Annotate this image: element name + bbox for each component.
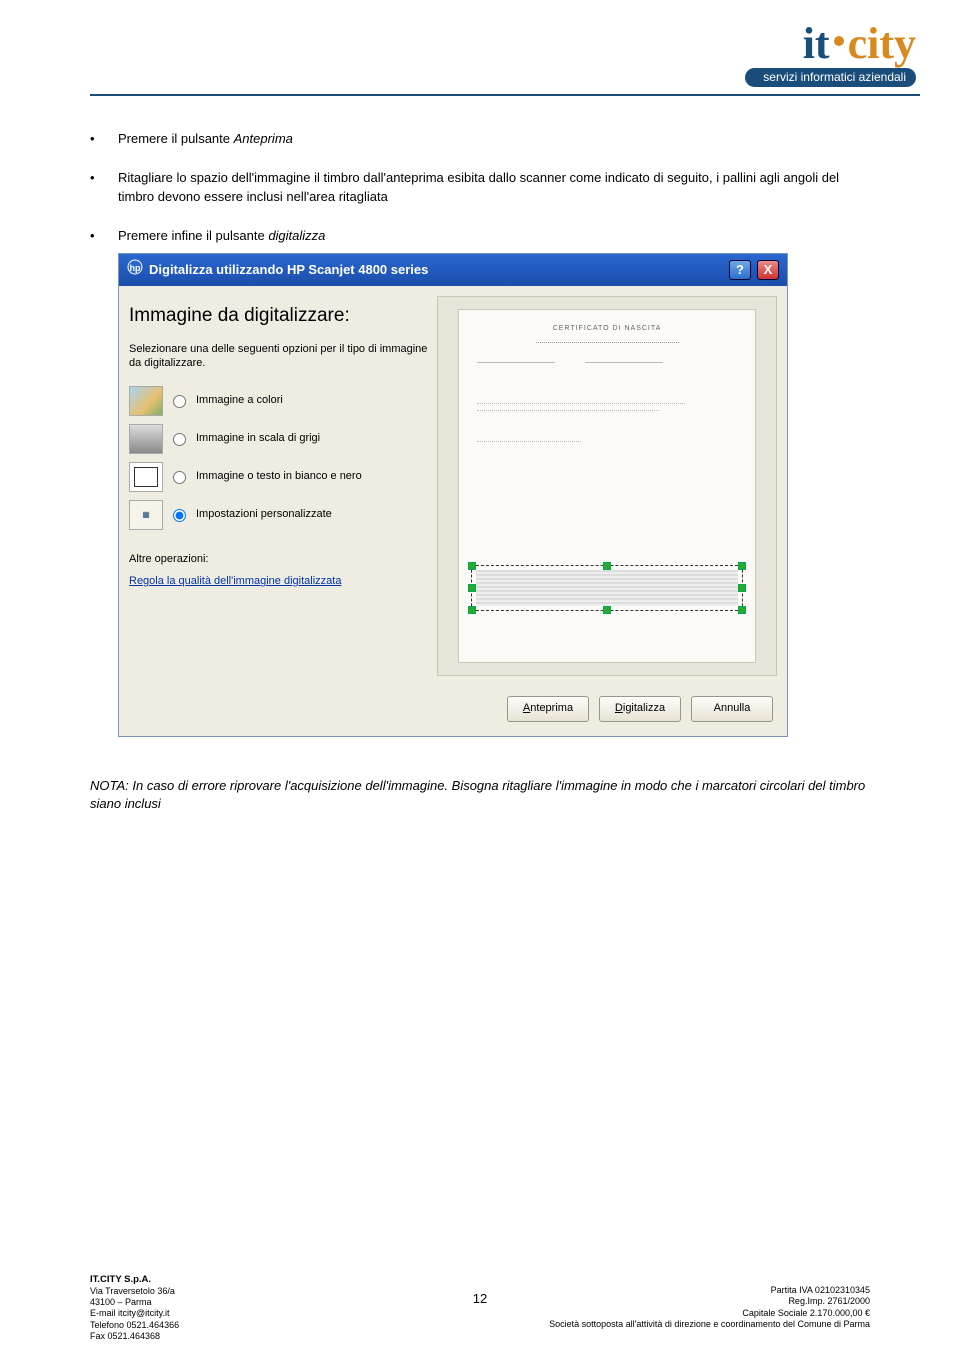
logo-tagline: servizi informatici aziendali <box>745 68 916 87</box>
footer-address-2: 43100 – Parma <box>90 1297 179 1308</box>
dialog-left-panel: Immagine da digitalizzare: Selezionare u… <box>129 296 429 676</box>
resize-handle-icon[interactable] <box>468 584 476 592</box>
page-footer: IT.CITY S.p.A. Via Traversetolo 36/a 431… <box>90 1274 870 1342</box>
logo-dot-icon <box>834 36 844 46</box>
resize-handle-icon[interactable] <box>738 584 746 592</box>
preview-button[interactable]: Anteprima <box>507 696 589 722</box>
resize-handle-icon[interactable] <box>468 562 476 570</box>
logo-city-text: city <box>848 18 916 69</box>
option-label: Immagine a colori <box>196 393 283 409</box>
cancel-button[interactable]: Annulla <box>691 696 773 722</box>
adjust-quality-link[interactable]: Regola la qualità dell'immagine digitali… <box>129 574 341 590</box>
radio-gray[interactable] <box>173 433 186 446</box>
bullet-text: Premere il pulsante <box>118 131 234 146</box>
other-operations-label: Altre operazioni: <box>129 552 429 568</box>
scanned-document-preview: CERTIFICATO DI NASCITA <box>458 309 756 663</box>
hp-icon: hp <box>127 259 143 281</box>
svg-text:hp: hp <box>130 263 141 273</box>
resize-handle-icon[interactable] <box>603 606 611 614</box>
page-content: Premere il pulsante Anteprima Ritagliare… <box>90 130 870 814</box>
option-gray-row[interactable]: Immagine in scala di grigi <box>129 424 429 454</box>
resize-handle-icon[interactable] <box>603 562 611 570</box>
footer-capitale: Capitale Sociale 2.170.000,00 € <box>549 1308 870 1319</box>
option-label: Immagine in scala di grigi <box>196 431 320 447</box>
preview-doc-title: CERTIFICATO DI NASCITA <box>477 324 737 334</box>
thumb-custom-icon: ▦ <box>129 500 163 530</box>
header-divider <box>90 94 920 96</box>
instruction-list: Premere il pulsante Anteprima Ritagliare… <box>90 130 870 737</box>
scanner-dialog: hp Digitalizza utilizzando HP Scanjet 48… <box>118 253 788 737</box>
bullet-text: Ritagliare lo spazio dell'immagine il ti… <box>118 170 839 204</box>
footer-left: IT.CITY S.p.A. Via Traversetolo 36/a 431… <box>90 1274 179 1342</box>
radio-custom[interactable] <box>173 509 186 522</box>
thumb-gray-icon <box>129 424 163 454</box>
dialog-titlebar: hp Digitalizza utilizzando HP Scanjet 48… <box>119 254 787 286</box>
help-button[interactable]: ? <box>729 260 751 280</box>
thumb-bw-icon <box>129 462 163 492</box>
close-button[interactable]: X <box>757 260 779 280</box>
list-item: Ritagliare lo spazio dell'immagine il ti… <box>118 169 870 207</box>
dialog-heading: Immagine da digitalizzare: <box>129 302 429 330</box>
option-color-row[interactable]: Immagine a colori <box>129 386 429 416</box>
footer-email: E-mail itcity@itcity.it <box>90 1308 179 1319</box>
footer-fax: Fax 0521.464368 <box>90 1331 179 1342</box>
option-custom-row[interactable]: ▦ Impostazioni personalizzate <box>129 500 429 530</box>
footer-right: Partita IVA 02102310345 Reg.Imp. 2761/20… <box>549 1274 870 1330</box>
radio-color[interactable] <box>173 395 186 408</box>
option-label: Impostazioni personalizzate <box>196 507 332 523</box>
bullet-emphasis: Anteprima <box>234 131 293 146</box>
footer-societa: Società sottoposta all'attività di direz… <box>549 1319 870 1330</box>
radio-bw[interactable] <box>173 471 186 484</box>
bullet-emphasis: digitalizza <box>268 228 325 243</box>
dialog-title-text: Digitalizza utilizzando HP Scanjet 4800 … <box>149 261 428 280</box>
bullet-text: Premere infine il pulsante <box>118 228 268 243</box>
crop-selection[interactable] <box>471 565 743 611</box>
preview-panel: CERTIFICATO DI NASCITA <box>437 296 777 676</box>
company-logo: it city servizi informatici aziendali <box>706 18 916 87</box>
resize-handle-icon[interactable] <box>738 562 746 570</box>
list-item: Premere il pulsante Anteprima <box>118 130 870 149</box>
footer-reg: Reg.Imp. 2761/2000 <box>549 1296 870 1307</box>
dialog-description: Selezionare una delle seguenti opzioni p… <box>129 342 429 371</box>
dialog-button-bar: Anteprima Digitalizza Annulla <box>119 686 787 736</box>
footer-telephone: Telefono 0521.464366 <box>90 1320 179 1331</box>
option-label: Immagine o testo in bianco e nero <box>196 469 362 485</box>
footer-address-1: Via Traversetolo 36/a <box>90 1286 179 1297</box>
option-bw-row[interactable]: Immagine o testo in bianco e nero <box>129 462 429 492</box>
scan-button[interactable]: Digitalizza <box>599 696 681 722</box>
resize-handle-icon[interactable] <box>738 606 746 614</box>
note-text: NOTA: In caso di errore riprovare l'acqu… <box>90 777 870 813</box>
footer-piva: Partita IVA 02102310345 <box>549 1285 870 1296</box>
resize-handle-icon[interactable] <box>468 606 476 614</box>
thumb-color-icon <box>129 386 163 416</box>
footer-company-name: IT.CITY S.p.A. <box>90 1274 179 1286</box>
logo-it-text: it <box>803 18 830 69</box>
list-item: Premere infine il pulsante digitalizza h… <box>118 227 870 738</box>
